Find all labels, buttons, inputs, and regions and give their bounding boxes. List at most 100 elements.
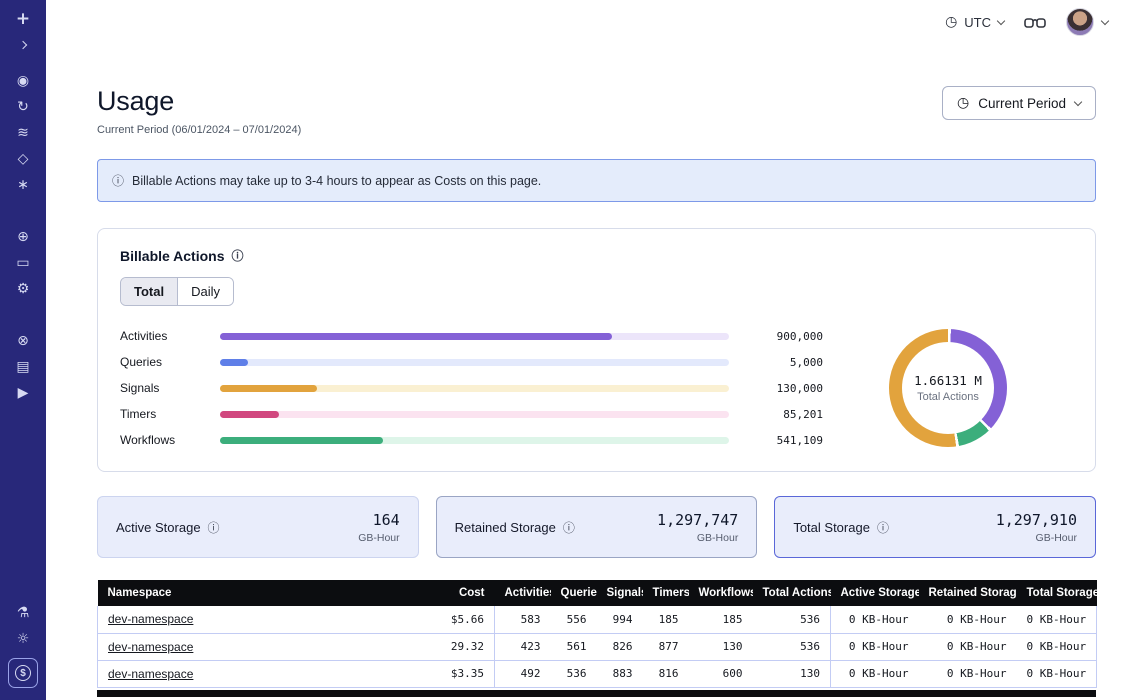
cost-cell: $5.66	[433, 606, 495, 633]
total-storage-cell: 0 KB-Hour	[1017, 606, 1097, 633]
total-actions-cell: 536	[753, 606, 831, 633]
bar-track	[220, 385, 729, 392]
total-actions-cell: 536	[753, 633, 831, 660]
timers-cell: 816	[643, 660, 689, 687]
timezone-label: UTC	[964, 15, 991, 30]
workflows-cell: 185	[689, 606, 753, 633]
batch-icon[interactable]: ∗	[8, 172, 38, 198]
signals-cell: 994	[597, 606, 643, 633]
settings-icon[interactable]: ⚙	[8, 276, 38, 302]
storage-card: Retained Storage ⓘ 1,297,747 GB-Hour	[436, 496, 758, 558]
storage-card-value: 164	[358, 511, 399, 529]
bar-label: Activities	[120, 329, 206, 343]
deployments-icon[interactable]: ◇	[8, 146, 38, 172]
getting-started-icon[interactable]: ▶	[8, 380, 38, 406]
bar-row: Workflows 541,109	[120, 427, 823, 453]
billing-icon[interactable]: ▭	[8, 250, 38, 276]
bar-track	[220, 333, 729, 340]
storage-card-value: 1,297,910	[996, 511, 1077, 529]
limits-icon[interactable]: ⊗	[8, 328, 38, 354]
bar	[220, 333, 612, 340]
bar-row: Timers 85,201	[120, 401, 823, 427]
queues-icon[interactable]: ≋	[8, 120, 38, 146]
active-storage-cell: 0 KB-Hour	[831, 606, 919, 633]
bar-track	[220, 437, 729, 444]
donut-total-label: Total Actions	[917, 391, 979, 403]
cloud-icon[interactable]: ⊕	[8, 224, 38, 250]
bar-label: Queries	[120, 355, 206, 369]
storage-card-unit: GB-Hour	[358, 532, 399, 544]
activities-cell: 583	[495, 606, 551, 633]
table-row: dev-namespace $5.66 583 556 994 185 185 …	[98, 606, 1097, 633]
namespace-link[interactable]: dev-namespace	[108, 667, 193, 681]
billable-bar-chart: Activities 900,000 Queries 5,000 Signals…	[120, 323, 823, 453]
total-storage-cell: 0 KB-Hour	[1017, 660, 1097, 687]
storage-card-unit: GB-Hour	[657, 532, 738, 544]
chevron-down-icon	[997, 16, 1005, 24]
col-header-cost: Cost	[433, 580, 495, 606]
storage-card: Total Storage ⓘ 1,297,910 GB-Hour	[774, 496, 1096, 558]
col-header-signals: Signals	[597, 580, 643, 606]
timers-cell: 877	[643, 633, 689, 660]
storage-card-label: Total Storage	[793, 520, 870, 535]
retained-storage-cell: 0 KB-Hour	[919, 633, 1017, 660]
info-icon[interactable]: ⓘ	[208, 519, 220, 536]
timezone-selector[interactable]: ◷ UTC	[945, 14, 1004, 30]
table-row: dev-namespace $3.35 492 536 883 816 600 …	[98, 660, 1097, 687]
total-actions-cell: 130	[753, 660, 831, 687]
sidebar: + ◉ ↻ ≋ ◇ ∗ ⊕ ▭ ⚙ ⊗ ▤ ▶ ⚗ ☼ $	[0, 0, 46, 700]
storage-card-label: Active Storage	[116, 520, 201, 535]
banner-text: Billable Actions may take up to 3-4 hour…	[132, 174, 541, 188]
period-button-label: Current Period	[978, 96, 1066, 111]
avatar	[1066, 8, 1094, 36]
table-header-row: Namespace Cost Activities Queries Signal…	[98, 580, 1097, 606]
namespace-link[interactable]: dev-namespace	[108, 640, 193, 654]
docs-icon[interactable]: ▤	[8, 354, 38, 380]
queries-cell: 556	[551, 606, 597, 633]
account-menu[interactable]	[1066, 8, 1108, 36]
sidebar-expand-icon[interactable]	[8, 32, 38, 58]
tab-total[interactable]: Total	[121, 278, 178, 305]
info-icon[interactable]: ⓘ	[232, 247, 244, 264]
storage-cards-row: Active Storage ⓘ 164 GB-Hour Retained St…	[97, 496, 1096, 558]
bar-label: Timers	[120, 407, 206, 421]
bar	[220, 437, 383, 444]
schedules-icon[interactable]: ↻	[8, 94, 38, 120]
topbar: ◷ UTC	[46, 0, 1126, 44]
retained-storage-cell: 0 KB-Hour	[919, 606, 1017, 633]
storage-card-unit: GB-Hour	[996, 532, 1077, 544]
goggles-icon[interactable]	[1024, 16, 1046, 29]
queries-cell: 536	[551, 660, 597, 687]
bar-value: 900,000	[743, 330, 823, 343]
cost-cell: 29.32	[433, 633, 495, 660]
period-selector-button[interactable]: ◷ Current Period	[942, 86, 1096, 120]
col-header-activities: Activities	[495, 580, 551, 606]
retained-storage-cell: 0 KB-Hour	[919, 660, 1017, 687]
donut-zone: 1.66131 M Total Actions	[823, 329, 1073, 447]
total-storage-cell: 0 KB-Hour	[1017, 633, 1097, 660]
bar-value: 541,109	[743, 434, 823, 447]
bar	[220, 411, 279, 418]
bar-row: Queries 5,000	[120, 349, 823, 375]
namespaces-icon[interactable]: ◉	[8, 68, 38, 94]
col-header-timers: Timers	[643, 580, 689, 606]
info-icon[interactable]: ⓘ	[877, 519, 889, 536]
tab-daily[interactable]: Daily	[178, 278, 233, 305]
col-header-queries: Queries	[551, 580, 597, 606]
col-header-active-storage: Active Storage	[831, 580, 919, 606]
lab-flask-icon[interactable]: ⚗	[8, 600, 38, 626]
namespace-link[interactable]: dev-namespace	[108, 612, 193, 626]
logo-icon[interactable]: +	[8, 6, 38, 32]
info-icon[interactable]: ⓘ	[563, 519, 575, 536]
bar	[220, 385, 317, 392]
active-storage-cell: 0 KB-Hour	[831, 660, 919, 687]
col-header-workflows: Workflows	[689, 580, 753, 606]
table-row: dev-namespace 29.32 423 561 826 877 130 …	[98, 633, 1097, 660]
chevron-down-icon	[1101, 16, 1109, 24]
storage-card-label: Retained Storage	[455, 520, 556, 535]
usage-nav-active[interactable]: $	[8, 658, 38, 688]
theme-icon[interactable]: ☼	[8, 626, 38, 652]
bar-row: Signals 130,000	[120, 375, 823, 401]
col-header-retained-storage: Retained Storage	[919, 580, 1017, 606]
activities-cell: 492	[495, 660, 551, 687]
